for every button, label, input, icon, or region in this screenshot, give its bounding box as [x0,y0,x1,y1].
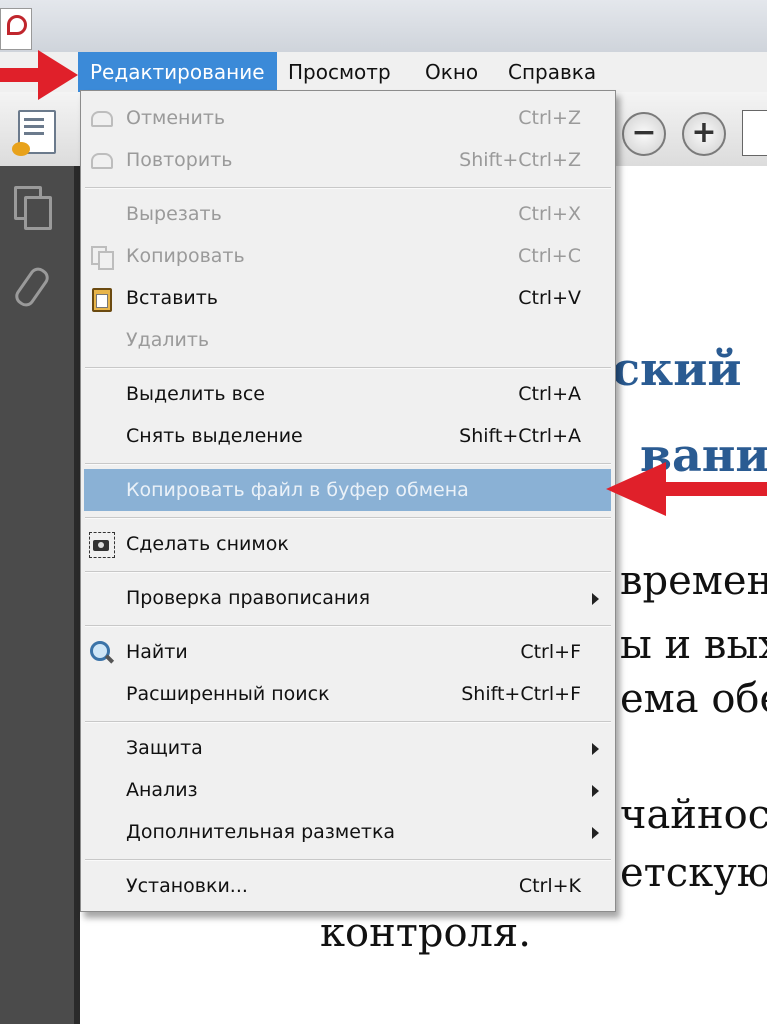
menu-item-label: Установки... [126,875,248,897]
menu-item-label: Вставить [126,287,219,309]
paste-icon [89,286,113,312]
menu-separator [85,463,611,465]
menu-item-additional-markup[interactable]: Дополнительная разметка [81,811,615,853]
menu-item-copy-file-to-clipboard[interactable]: Копировать файл в буфер обмена [84,469,611,511]
menu-item-label: Повторить [126,149,233,171]
doc-body-line: ы и вых [620,622,767,668]
doc-body-line: времен [620,558,767,604]
submenu-arrow-icon [592,785,599,797]
zoom-in-button[interactable]: + [682,112,726,156]
menu-item-paste[interactable]: Вставить Ctrl+V [81,277,615,319]
menu-item-shortcut: Shift+Ctrl+F [461,683,581,705]
menu-item-label: Анализ [126,779,198,801]
menu-separator [85,367,611,369]
menu-item-analysis[interactable]: Анализ [81,769,615,811]
menu-help[interactable]: Справка [496,52,608,92]
menu-item-shortcut: Shift+Ctrl+A [459,425,581,447]
menu-separator [85,721,611,723]
menu-item-label: Копировать [126,245,245,267]
menu-item-undo[interactable]: Отменить Ctrl+Z [81,97,615,139]
menu-item-shortcut: Ctrl+A [518,383,581,405]
menu-view[interactable]: Просмотр [276,52,403,92]
copy-icon [89,244,114,270]
menu-item-shortcut: Ctrl+X [518,203,581,225]
menu-item-label: Копировать файл в буфер обмена [126,479,469,501]
menu-item-deselect[interactable]: Снять выделение Shift+Ctrl+A [81,415,615,457]
submenu-arrow-icon [592,827,599,839]
menu-item-shortcut: Ctrl+F [520,641,581,663]
menu-item-cut[interactable]: Вырезать Ctrl+X [81,193,615,235]
menu-item-label: Найти [126,641,188,663]
menu-item-label: Удалить [126,329,210,351]
title-bar [0,0,767,53]
doc-body-line: ема обес [620,676,767,722]
zoom-out-button[interactable]: − [622,112,666,156]
menu-item-spell-check[interactable]: Проверка правописания [81,577,615,619]
menu-item-shortcut: Ctrl+K [518,875,581,897]
doc-body-line: чайнос [620,792,767,838]
doc-heading-line: ский [612,342,742,396]
menu-separator [85,187,611,189]
navigation-pane [0,166,80,1024]
menu-item-advanced-search[interactable]: Расширенный поиск Shift+Ctrl+F [81,673,615,715]
submenu-arrow-icon [592,593,599,605]
menu-item-shortcut: Shift+Ctrl+Z [459,149,581,171]
menu-item-shortcut: Ctrl+Z [518,107,581,129]
menu-item-protection[interactable]: Защита [81,727,615,769]
menu-separator [85,517,611,519]
annotation-arrow-to-copy-file [606,462,767,516]
menu-item-label: Выделить все [126,383,265,405]
undo-icon [89,106,113,130]
edit-menu-dropdown: Отменить Ctrl+Z Повторить Shift+Ctrl+Z В… [80,90,616,912]
doc-body-line: контроля. [320,910,531,956]
menu-item-delete[interactable]: Удалить [81,319,615,361]
menu-item-shortcut: Ctrl+C [518,245,581,267]
create-document-icon[interactable] [12,110,56,156]
menu-item-copy[interactable]: Копировать Ctrl+C [81,235,615,277]
menu-separator [85,859,611,861]
menu-item-label: Вырезать [126,203,222,225]
menu-separator [85,625,611,627]
menu-item-shortcut: Ctrl+V [518,287,581,309]
annotation-arrow-to-edit-menu [0,50,80,100]
menu-item-label: Отменить [126,107,226,129]
menu-item-label: Проверка правописания [126,587,371,609]
menu-item-preferences[interactable]: Установки... Ctrl+K [81,865,615,907]
menu-bar: Редактирование Просмотр Окно Справка [0,52,767,93]
menu-item-label: Сделать снимок [126,533,289,555]
redo-icon [89,148,113,172]
menu-item-label: Расширенный поиск [126,683,330,705]
pages-icon[interactable] [12,186,52,230]
acrobat-icon[interactable] [0,8,32,50]
menu-item-label: Снять выделение [126,425,303,447]
submenu-arrow-icon [592,743,599,755]
menu-item-redo[interactable]: Повторить Shift+Ctrl+Z [81,139,615,181]
menu-item-take-snapshot[interactable]: Сделать снимок [81,523,615,565]
menu-edit[interactable]: Редактирование [78,52,277,92]
menu-item-find[interactable]: Найти Ctrl+F [81,631,615,673]
zoom-level-field[interactable] [742,110,767,156]
camera-icon [89,532,115,558]
search-icon [89,640,113,664]
doc-body-line: етскую [620,850,767,896]
menu-window[interactable]: Окно [413,52,490,92]
menu-item-select-all[interactable]: Выделить все Ctrl+A [81,373,615,415]
attachments-icon[interactable] [12,266,52,306]
menu-item-label: Защита [126,737,203,759]
menu-separator [85,571,611,573]
menu-item-label: Дополнительная разметка [126,821,396,843]
